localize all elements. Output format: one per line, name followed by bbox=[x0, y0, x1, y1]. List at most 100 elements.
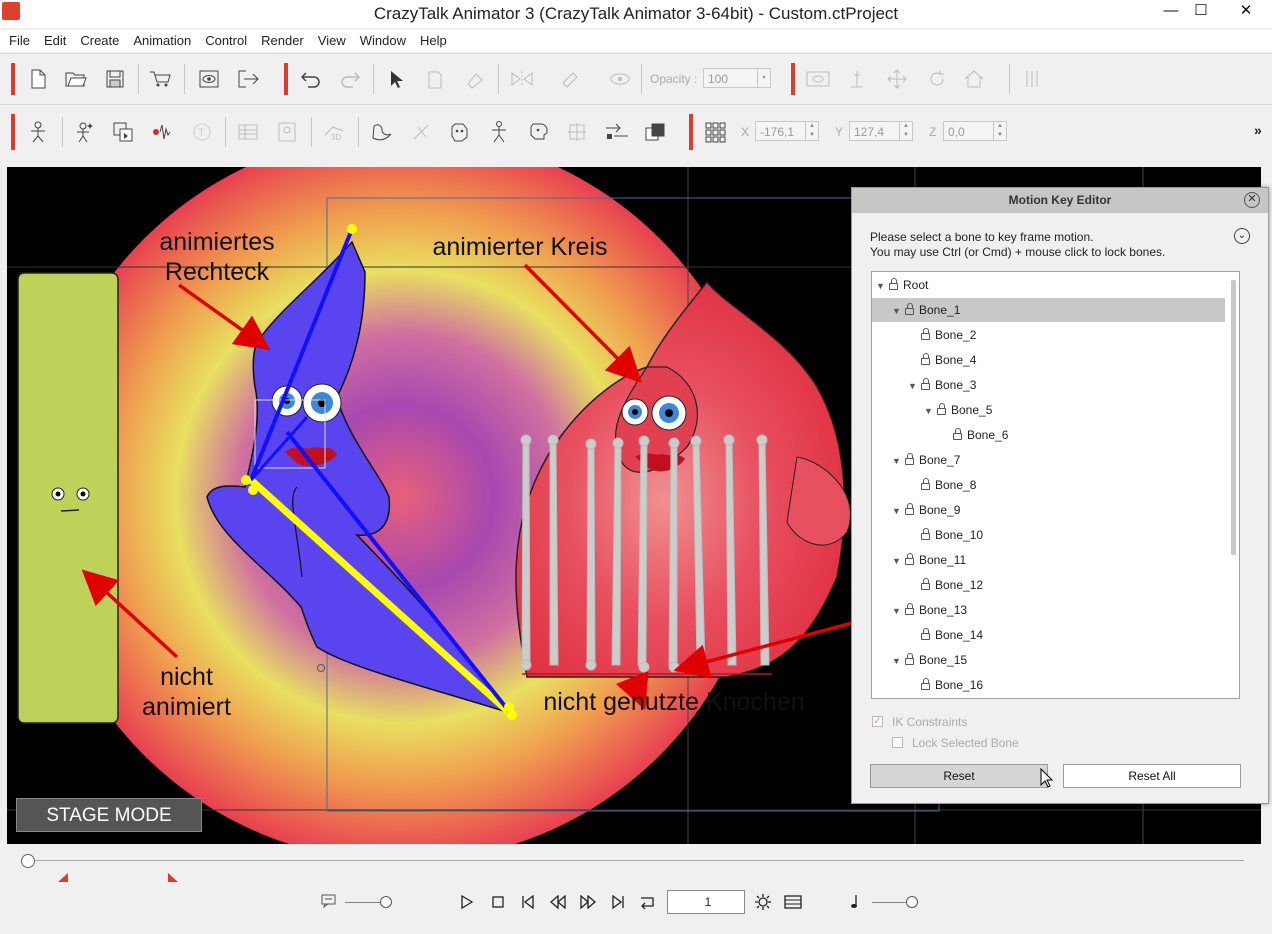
reset-all-button[interactable]: Reset All bbox=[1063, 764, 1241, 788]
store-cart-icon[interactable] bbox=[148, 67, 172, 91]
z-input[interactable]: 0,0 bbox=[943, 121, 995, 141]
expand-triangle-icon[interactable]: ▼ bbox=[892, 299, 902, 323]
bone-tree-item[interactable]: ▼ Bone_5 bbox=[872, 398, 1227, 422]
bone-tree-item[interactable]: Bone_12 bbox=[872, 573, 1227, 597]
layer-order-icon[interactable] bbox=[643, 120, 667, 144]
bone-tree-item[interactable]: ▼ Bone_15 bbox=[872, 648, 1227, 672]
menu-animation[interactable]: Animation bbox=[126, 30, 198, 51]
undo-icon[interactable] bbox=[299, 67, 323, 91]
expand-triangle-icon[interactable]: ▼ bbox=[892, 649, 902, 673]
unlock-icon[interactable] bbox=[905, 553, 914, 565]
sun-settings-icon[interactable] bbox=[753, 892, 773, 912]
expand-triangle-icon[interactable]: ▼ bbox=[892, 449, 902, 473]
z-spinner[interactable]: ▲ ▼ bbox=[993, 121, 1007, 141]
bone-tree[interactable]: ▼ Root ▼ Bone_1 Bone_2 Bone_4 ▼ Bone_3 ▼ Bone_5 Bo… bbox=[871, 271, 1240, 699]
grid-icon[interactable] bbox=[703, 120, 727, 144]
unlock-icon[interactable] bbox=[889, 278, 898, 290]
collapse-chevron-icon[interactable]: ⌄ bbox=[1234, 228, 1250, 244]
expand-triangle-icon[interactable]: ▼ bbox=[892, 499, 902, 523]
face-key-icon[interactable] bbox=[448, 120, 472, 144]
face-puppet-icon[interactable] bbox=[526, 120, 550, 144]
select-arrow-icon[interactable] bbox=[385, 67, 409, 91]
menu-create[interactable]: Create bbox=[73, 30, 126, 51]
lock-selected-bone-checkbox[interactable] bbox=[892, 737, 903, 748]
unlock-icon[interactable] bbox=[921, 678, 930, 690]
bone-tree-item[interactable]: ▼ Bone_9 bbox=[872, 498, 1227, 522]
motion-key-icon[interactable] bbox=[487, 120, 511, 144]
subtitle-icon[interactable] bbox=[321, 894, 337, 908]
menu-help[interactable]: Help bbox=[413, 30, 454, 51]
open-folder-icon[interactable] bbox=[64, 67, 88, 91]
x-spinner[interactable]: ▲ ▼ bbox=[805, 121, 819, 141]
export-icon[interactable] bbox=[237, 67, 261, 91]
compose-actor-icon[interactable] bbox=[72, 120, 96, 144]
bone-tree-item[interactable]: Bone_10 bbox=[872, 523, 1227, 547]
expand-triangle-icon[interactable]: ▼ bbox=[892, 549, 902, 573]
stop-icon[interactable] bbox=[488, 892, 508, 912]
reset-button[interactable]: Reset bbox=[870, 764, 1048, 788]
unlock-icon[interactable] bbox=[905, 603, 914, 615]
expand-triangle-icon[interactable]: ▼ bbox=[876, 274, 886, 298]
x-input[interactable]: -176,1 bbox=[755, 121, 807, 141]
opacity-input[interactable]: 100 bbox=[703, 68, 761, 88]
unlock-icon[interactable] bbox=[953, 428, 962, 440]
menu-window[interactable]: Window bbox=[353, 30, 413, 51]
opacity-dropdown[interactable]: ▾ bbox=[757, 68, 771, 88]
bone-tree-item[interactable]: ▼ Root bbox=[872, 273, 1227, 297]
bone-tree-item[interactable]: ▼ Bone_3 bbox=[872, 373, 1227, 397]
bone-tree-item[interactable]: ▼ Bone_11 bbox=[872, 548, 1227, 572]
unlock-icon[interactable] bbox=[921, 578, 930, 590]
bone-tree-item[interactable]: Bone_8 bbox=[872, 473, 1227, 497]
range-start-marker[interactable] bbox=[58, 873, 70, 883]
unlock-icon[interactable] bbox=[905, 453, 914, 465]
actor-settings-icon[interactable] bbox=[26, 120, 50, 144]
subtitle-slider-track[interactable] bbox=[345, 902, 385, 903]
preview-icon[interactable] bbox=[197, 67, 221, 91]
audio-wave-icon[interactable] bbox=[150, 120, 174, 144]
frame-number-input[interactable]: 1 bbox=[667, 890, 745, 914]
volume-slider-thumb[interactable] bbox=[906, 896, 918, 908]
unlock-icon[interactable] bbox=[921, 628, 930, 640]
last-frame-icon[interactable] bbox=[608, 892, 628, 912]
maximize-button[interactable]: ☐ bbox=[1184, 0, 1218, 24]
previous-frame-icon[interactable] bbox=[548, 892, 568, 912]
menu-edit[interactable]: Edit bbox=[37, 30, 73, 51]
stage-mode-button[interactable]: STAGE MODE bbox=[16, 798, 202, 832]
bone-tree-item[interactable]: ▼ Bone_1 bbox=[872, 298, 1225, 322]
bone-editor-icon[interactable] bbox=[370, 120, 394, 144]
unlock-icon[interactable] bbox=[921, 528, 930, 540]
save-icon[interactable] bbox=[103, 67, 127, 91]
y-input[interactable]: 127,4 bbox=[849, 121, 901, 141]
menu-file[interactable]: File bbox=[0, 30, 37, 51]
tree-scrollbar[interactable] bbox=[1231, 280, 1236, 555]
bone-tree-item[interactable]: Bone_4 bbox=[872, 348, 1227, 372]
bone-tree-item[interactable]: Bone_6 bbox=[872, 423, 1227, 447]
unlock-icon[interactable] bbox=[921, 353, 930, 365]
bone-tree-item[interactable]: Bone_2 bbox=[872, 323, 1227, 347]
minimize-button[interactable]: — bbox=[1154, 0, 1188, 24]
timeline-track[interactable] bbox=[28, 860, 1244, 861]
expand-triangle-icon[interactable]: ▼ bbox=[892, 599, 902, 623]
close-button[interactable]: ✕ bbox=[1226, 0, 1266, 24]
toolbar-overflow-button[interactable]: » bbox=[1254, 122, 1262, 138]
menu-render[interactable]: Render bbox=[254, 30, 311, 51]
unlock-icon[interactable] bbox=[905, 503, 914, 515]
flip-keys-icon[interactable] bbox=[604, 120, 628, 144]
bone-tree-item[interactable]: Bone_16 bbox=[872, 673, 1227, 697]
range-end-marker[interactable] bbox=[168, 873, 180, 883]
timeline-panel-icon[interactable] bbox=[783, 892, 803, 912]
ik-constraints-checkbox[interactable]: ✓ bbox=[872, 716, 883, 727]
expand-triangle-icon[interactable]: ▼ bbox=[924, 399, 934, 423]
timeline-playhead[interactable] bbox=[21, 854, 35, 868]
unlock-icon[interactable] bbox=[921, 378, 930, 390]
menu-view[interactable]: View bbox=[311, 30, 353, 51]
play-icon[interactable] bbox=[457, 892, 477, 912]
expand-triangle-icon[interactable]: ▼ bbox=[908, 374, 918, 398]
bone-tree-item[interactable]: ▼ Bone_7 bbox=[872, 448, 1227, 472]
first-frame-icon[interactable] bbox=[518, 892, 538, 912]
unlock-icon[interactable] bbox=[905, 303, 914, 315]
loop-icon[interactable] bbox=[638, 892, 658, 912]
music-note-icon[interactable] bbox=[849, 894, 861, 910]
new-file-icon[interactable] bbox=[26, 67, 50, 91]
panel-close-icon[interactable]: ✕ bbox=[1244, 192, 1260, 208]
